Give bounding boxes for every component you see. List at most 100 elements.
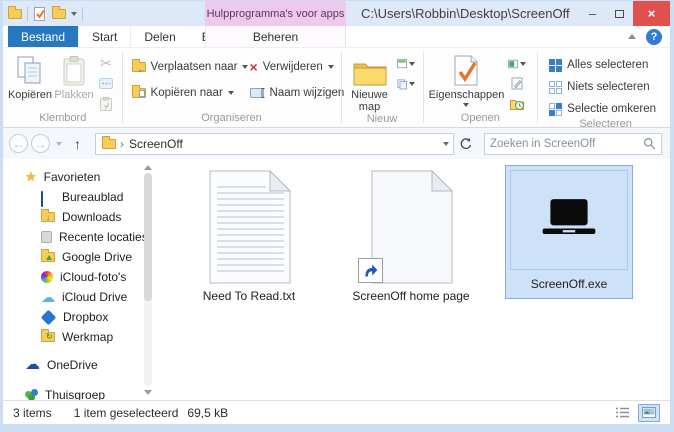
copy-label: Kopiëren — [7, 89, 53, 101]
refresh-icon — [460, 137, 472, 149]
thumbnail-view-button[interactable] — [638, 403, 660, 422]
delete-caret-icon — [327, 65, 334, 69]
help-icon[interactable]: ? — [646, 28, 662, 45]
paste-icon — [62, 54, 86, 86]
clipboard-small-buttons: ✂ — [95, 50, 117, 112]
search-icon[interactable] — [643, 137, 656, 150]
refresh-button[interactable] — [454, 133, 478, 155]
invert-selection-button[interactable]: Selectie omkeren — [549, 100, 656, 118]
new-folder-label: Nieuwe map — [351, 89, 388, 113]
copy-to-button[interactable]: Kopiëren naar — [131, 84, 238, 102]
new-folder-quick-icon[interactable] — [52, 5, 66, 19]
ribbon-group-select: Alles selecteren Niets selecteren Select… — [541, 50, 670, 130]
separator — [82, 6, 83, 21]
maximize-button[interactable] — [606, 1, 633, 26]
select-none-button[interactable]: Niets selecteren — [549, 78, 656, 96]
sidebar-item-recente-locaties[interactable]: Recente locaties — [3, 227, 155, 247]
delete-button[interactable]: × Verwijderen — [250, 58, 345, 76]
ribbon-group-open: Eigenschappen Openen — [426, 50, 534, 127]
rename-label: Naam wijzigen — [269, 87, 345, 99]
file-item-screenoff-home-page[interactable]: ScreenOff home page — [345, 167, 477, 303]
group-label-clipboard: Klembord — [39, 112, 87, 124]
easy-access-button[interactable] — [396, 75, 415, 92]
delete-label: Verwijderen — [262, 61, 323, 73]
tab-beheren[interactable]: Beheren — [205, 26, 346, 47]
sidebar-item-icloud-fotos[interactable]: iCloud-foto's — [3, 267, 155, 287]
forward-button[interactable]: → — [31, 134, 50, 153]
cut-icon: ✂ — [100, 55, 112, 71]
select-all-button[interactable]: Alles selecteren — [549, 56, 656, 74]
group-label-new: Nieuw — [366, 113, 398, 125]
address-dropdown-caret-icon[interactable] — [443, 141, 449, 146]
copy-path-icon — [99, 78, 113, 89]
properties-quick-icon[interactable] — [33, 6, 47, 21]
caption-buttons: – × — [579, 1, 670, 26]
tabrow-right-controls: ? — [628, 26, 670, 47]
sidebar-item-dropbox[interactable]: Dropbox — [3, 307, 155, 327]
properties-icon — [453, 54, 479, 86]
sidebar-item-thuisgroep[interactable]: Thuisgroep — [3, 384, 155, 400]
contextual-tab-badge: Hulpprogramma's voor apps — [205, 1, 346, 26]
selected-icon-box — [510, 170, 628, 270]
back-button[interactable]: ← — [9, 134, 28, 153]
sidebar-item-werkmap[interactable]: ↻ Werkmap — [3, 327, 155, 347]
scrollbar-track[interactable] — [144, 173, 152, 386]
scroll-down-icon[interactable] — [142, 386, 154, 398]
customize-qat-caret-icon[interactable] — [71, 11, 77, 16]
new-item-button[interactable] — [396, 55, 415, 72]
scroll-up-icon[interactable] — [142, 161, 154, 173]
recent-locations-caret-icon[interactable] — [56, 141, 62, 146]
move-to-button[interactable]: ← Verplaatsen naar — [131, 58, 249, 76]
sidebar-item-icloud-drive[interactable]: ☁ iCloud Drive — [3, 287, 155, 307]
minimize-ribbon-icon[interactable] — [628, 34, 636, 39]
new-small-buttons — [395, 50, 417, 92]
main-area: ★ Favorieten Bureaublad ↓ Downloads Rece… — [3, 159, 670, 400]
copy-path-button[interactable] — [97, 75, 115, 92]
rename-button[interactable]: Naam wijzigen — [249, 84, 345, 102]
history-button[interactable] — [508, 95, 526, 112]
ribbon-group-organize: ← Verplaatsen naar Kopiëren naar × Verwi… — [126, 50, 344, 127]
paste-button[interactable]: Plakken — [53, 50, 95, 101]
file-item-screenoff-exe-selected[interactable]: ScreenOff.exe — [505, 165, 633, 299]
ribbon-group-clipboard: Kopiëren Plakken ✂ Klembord — [7, 50, 119, 127]
breadcrumb-location[interactable]: ScreenOff — [129, 137, 183, 151]
close-button[interactable]: × — [633, 1, 670, 26]
address-bar[interactable]: › ScreenOff — [95, 132, 454, 155]
sidebar-item-downloads[interactable]: ↓ Downloads — [3, 207, 155, 227]
tab-delen[interactable]: Delen — [131, 26, 188, 47]
scrollbar-thumb[interactable] — [144, 173, 152, 301]
up-button[interactable]: ↑ — [68, 136, 87, 152]
navigation-buttons: ← → ↑ — [9, 134, 87, 153]
search-box[interactable] — [484, 132, 662, 155]
sidebar-item-favorieten[interactable]: ★ Favorieten — [3, 166, 155, 187]
copy-button[interactable]: Kopiëren — [7, 50, 53, 101]
select-none-label: Niets selecteren — [567, 81, 650, 93]
select-all-icon — [549, 58, 563, 72]
breadcrumb-chevron-icon[interactable]: › — [120, 137, 124, 151]
thumbnail-view-icon — [642, 407, 656, 418]
properties-button[interactable]: Eigenschappen — [426, 50, 506, 107]
tab-start[interactable]: Start — [78, 26, 132, 47]
cut-button[interactable]: ✂ — [97, 55, 115, 72]
details-view-button[interactable] — [611, 404, 633, 422]
quick-access-toolbar — [3, 5, 83, 21]
sidebar-item-google-drive[interactable]: Google Drive — [3, 247, 155, 267]
edit-button[interactable] — [508, 75, 526, 92]
sidebar-item-bureaublad[interactable]: Bureaublad — [3, 187, 155, 207]
search-input[interactable] — [490, 137, 643, 150]
tab-bestand[interactable]: Bestand — [8, 26, 79, 47]
easy-access-caret-icon — [408, 81, 415, 86]
sidebar-item-onedrive[interactable]: ☁ OneDrive — [3, 354, 155, 375]
favorites-star-icon: ★ — [25, 168, 37, 184]
minimize-button[interactable]: – — [579, 1, 606, 26]
sidebar-scrollbar[interactable] — [142, 161, 154, 398]
explorer-window: Hulpprogramma's voor apps C:\Users\Robbi… — [0, 0, 674, 432]
open-caret-icon — [520, 61, 527, 66]
new-folder-button[interactable]: Nieuwe map — [345, 50, 395, 113]
open-small-buttons — [506, 50, 528, 112]
file-name: Need To Read.txt — [202, 289, 296, 303]
open-button[interactable] — [508, 55, 527, 72]
paste-shortcut-button[interactable] — [97, 95, 115, 112]
file-item-need-to-read[interactable]: Need To Read.txt — [183, 167, 315, 303]
file-name: ScreenOff home page — [352, 289, 470, 303]
